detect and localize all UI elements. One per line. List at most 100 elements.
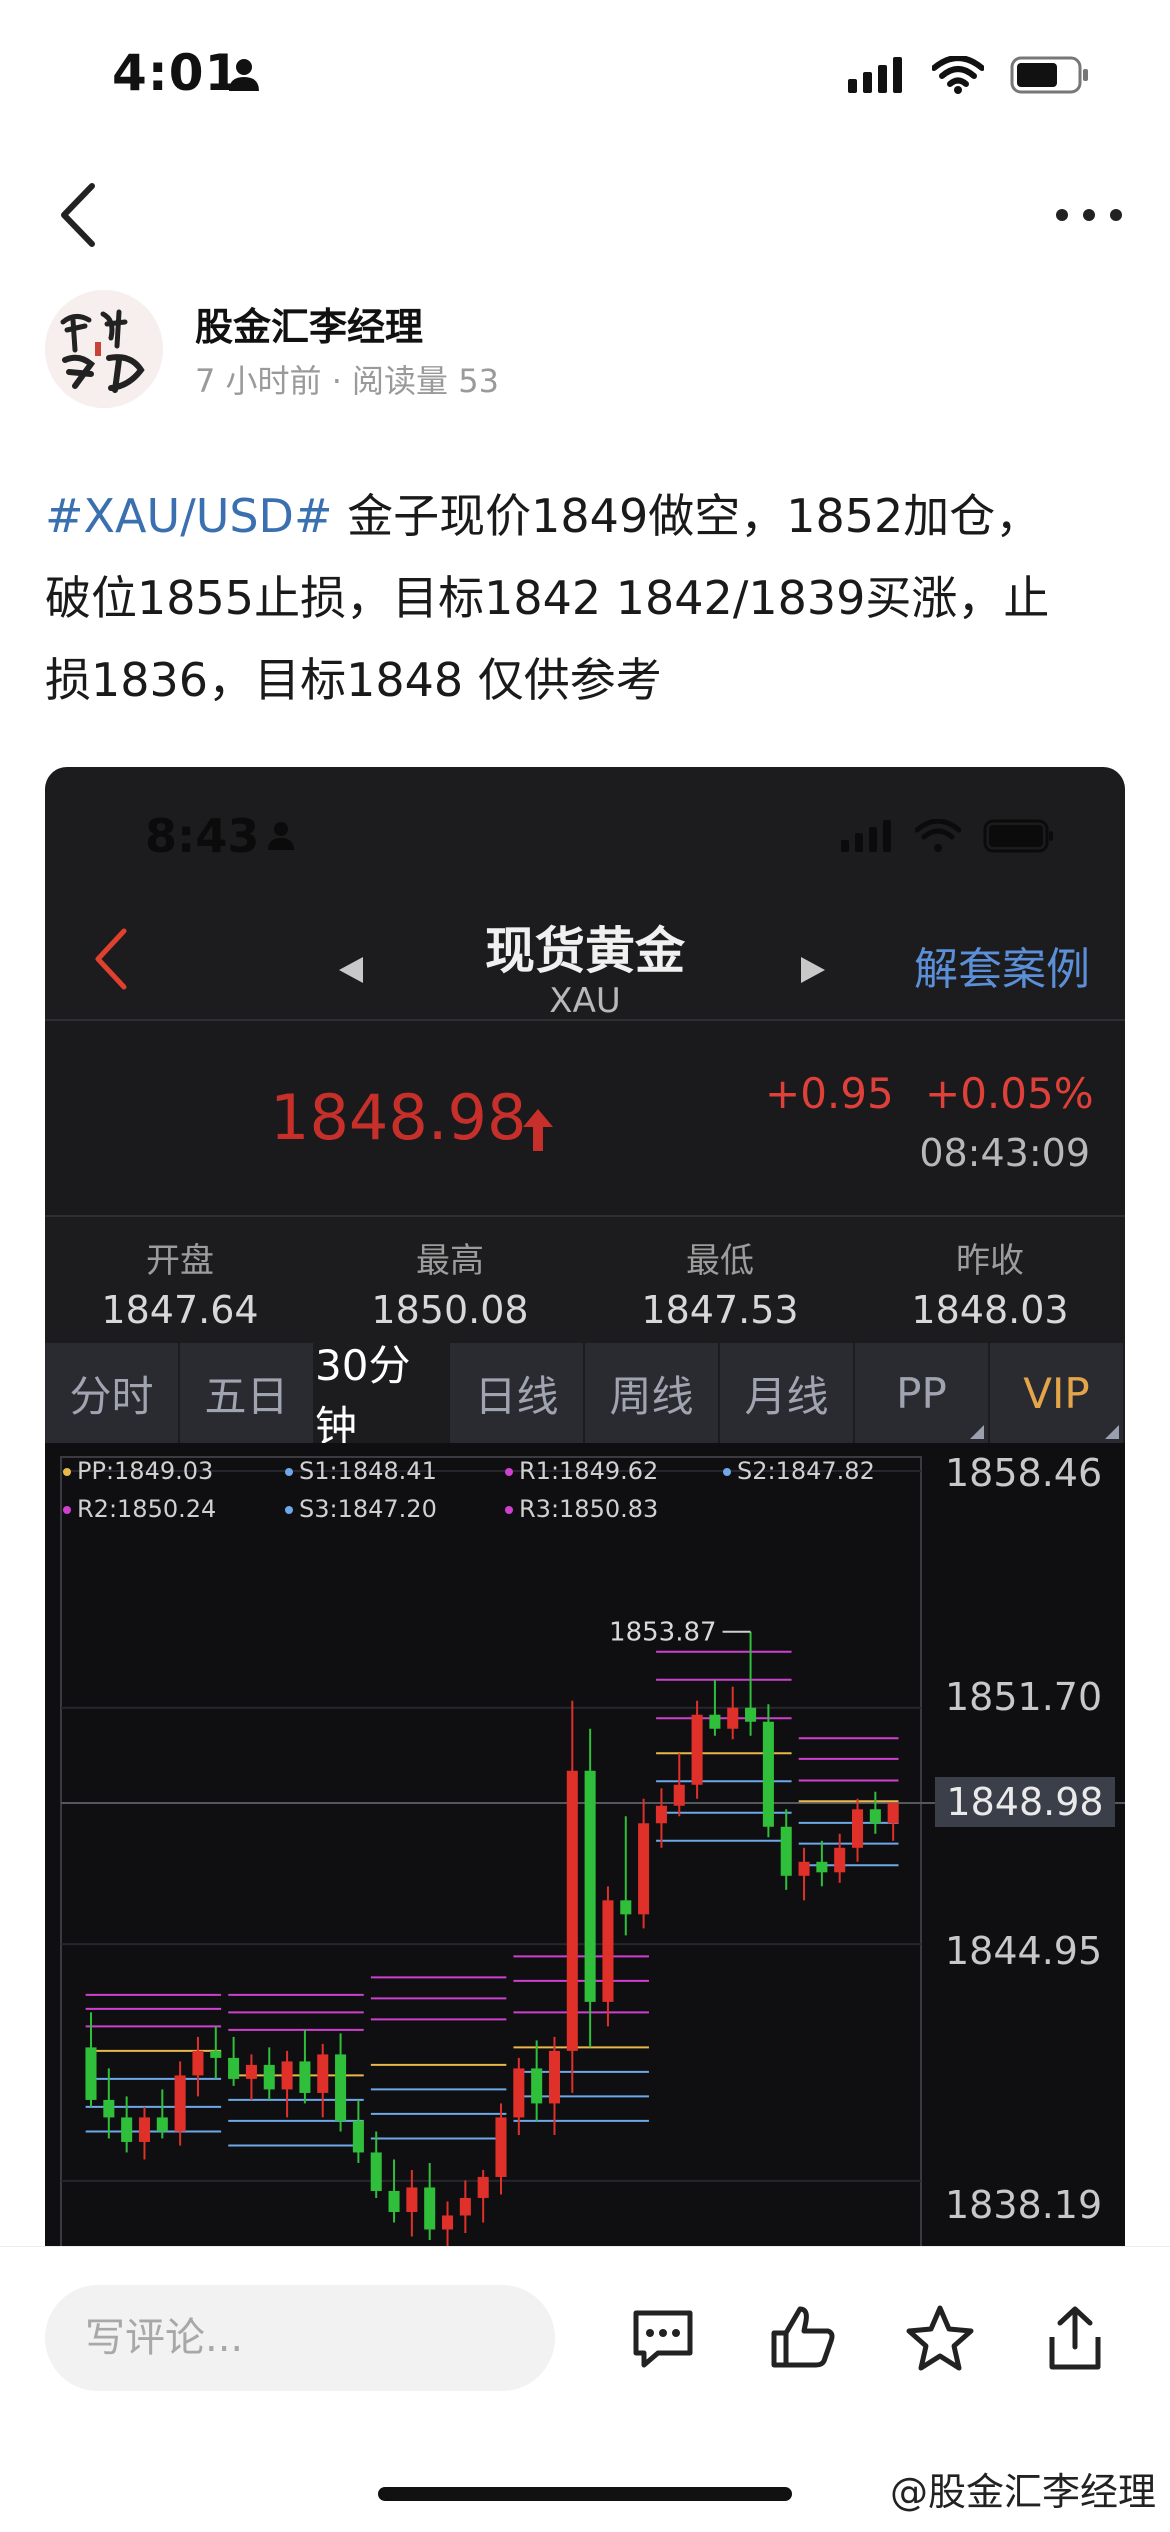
- legend-r1: R1:1849.62: [505, 1457, 658, 1485]
- legend-dot-icon: [723, 1468, 731, 1476]
- stat-label: 开盘: [146, 1241, 214, 1281]
- candle-body: [548, 2050, 561, 2104]
- share-icon: [1049, 2306, 1101, 2370]
- candle-body: [780, 1826, 792, 1876]
- candle-body: [210, 2050, 222, 2058]
- status-bar: 4:01: [0, 0, 1170, 150]
- post-body: #XAU/USD# 金子现价1849做空，1852加仓， 破位1855止损，目标…: [45, 475, 1130, 721]
- dropdown-corner-icon: [970, 1425, 984, 1439]
- embed-wifi-icon: [914, 818, 962, 857]
- next-symbol-button[interactable]: [799, 955, 827, 989]
- embed-status-indicators: [841, 818, 1055, 857]
- candle-body: [834, 1847, 846, 1873]
- candle-body: [459, 2197, 471, 2216]
- stat-value: 1848.03: [911, 1288, 1069, 1332]
- tab-label: VIP: [1023, 1368, 1090, 1418]
- hashtag-link[interactable]: #XAU/USD#: [45, 489, 333, 543]
- favorite-button[interactable]: [905, 2303, 975, 2373]
- post-line-1: #XAU/USD# 金子现价1849做空，1852加仓，: [45, 475, 1130, 557]
- embedded-screenshot[interactable]: 8:43 现货黄金 XAU 解套案例 1848.98 +0.95 +0.05% …: [45, 767, 1125, 2247]
- legend-r2: R2:1850.24: [63, 1495, 216, 1523]
- candlestick-chart[interactable]: 1853.87 PP:1849.03 S1:1848.41 R1:1849.62…: [45, 1443, 1125, 2247]
- current-price-label: 1848.98: [935, 1777, 1115, 1827]
- candle-body: [673, 1784, 685, 1806]
- legend-dot-icon: [63, 1468, 71, 1476]
- share-button[interactable]: [1040, 2303, 1110, 2373]
- triangle-right-icon: [801, 957, 825, 983]
- post-meta: 7 小时前 · 阅读量 53: [195, 362, 499, 400]
- legend-s2: S2:1847.82: [723, 1457, 875, 1485]
- stat-label: 最低: [686, 1241, 754, 1281]
- post-line-1-text: 金子现价1849做空，1852加仓，: [332, 489, 1042, 543]
- price-change-percent: +0.05%: [925, 1069, 1094, 1118]
- candle-body: [192, 2050, 204, 2076]
- stat-high: 最高 1850.08: [315, 1219, 585, 1343]
- candle-body: [566, 1770, 578, 2051]
- legend-s1: S1:1848.41: [285, 1457, 437, 1485]
- stat-open: 开盘 1847.64: [45, 1219, 315, 1343]
- tab-weekly[interactable]: 周线: [585, 1343, 720, 1443]
- candle-body: [156, 2117, 168, 2132]
- case-study-link[interactable]: 解套案例: [914, 933, 1090, 997]
- stat-value: 1847.53: [641, 1288, 799, 1332]
- stat-value: 1847.64: [101, 1288, 259, 1332]
- legend-dot-icon: [505, 1468, 513, 1476]
- like-button[interactable]: [768, 2303, 838, 2373]
- legend-dot-icon: [285, 1506, 293, 1514]
- comment-button[interactable]: [628, 2303, 698, 2373]
- battery-icon: [1010, 56, 1090, 98]
- watermark: @股金汇李经理: [889, 2470, 1156, 2514]
- tab-daily[interactable]: 日线: [450, 1343, 585, 1443]
- quote-time: 08:43:09: [919, 1131, 1090, 1175]
- tab-pp[interactable]: PP: [855, 1343, 990, 1443]
- candle-body: [531, 2068, 543, 2104]
- candle-body: [352, 2120, 364, 2153]
- legend-r3: R3:1850.83: [505, 1495, 658, 1523]
- tab-intraday[interactable]: 分时: [45, 1343, 180, 1443]
- post-line-3: 损1836，目标1848 仅供参考: [45, 653, 662, 707]
- chevron-left-icon: [61, 183, 95, 247]
- candle-body: [85, 2047, 97, 2100]
- candle-body: [477, 2176, 489, 2198]
- candle-body: [513, 2068, 525, 2118]
- legend-dot-icon: [63, 1506, 71, 1514]
- calligraphy-avatar-image: [45, 290, 163, 408]
- candle-body: [406, 2187, 418, 2212]
- avatar[interactable]: [45, 290, 163, 408]
- tab-vip[interactable]: VIP: [990, 1343, 1125, 1443]
- legend-s3: S3:1847.20: [285, 1495, 437, 1523]
- price-change: +0.95: [765, 1069, 894, 1118]
- author-header: 股金汇李经理 7 小时前 · 阅读量 53: [45, 290, 1125, 410]
- chart-canvas: 1853.87: [60, 1456, 1125, 2247]
- more-button[interactable]: [1054, 200, 1124, 230]
- candle-body: [851, 1809, 864, 1848]
- dropdown-corner-icon: [1105, 1425, 1119, 1439]
- wifi-icon: [931, 55, 985, 98]
- y-axis-label: 1851.70: [945, 1675, 1103, 1719]
- legend-text: R1:1849.62: [519, 1457, 659, 1485]
- tab-monthly[interactable]: 月线: [720, 1343, 855, 1443]
- embed-signal-icon: [841, 820, 893, 856]
- candle-body: [441, 2215, 454, 2230]
- candle-body: [424, 2187, 436, 2230]
- comment-input[interactable]: 写评论...: [45, 2285, 555, 2391]
- up-arrow-icon: [521, 1107, 555, 1157]
- stat-label: 昨收: [956, 1241, 1024, 1281]
- legend-text: S1:1848.41: [299, 1457, 437, 1485]
- y-axis-label: 1844.95: [945, 1929, 1103, 1973]
- peak-annotation-label: 1853.87: [609, 1618, 717, 1648]
- tab-five-day[interactable]: 五日: [180, 1343, 315, 1443]
- ohlc-stats: 开盘 1847.64 最高 1850.08 最低 1847.53 昨收 1848…: [45, 1219, 1125, 1343]
- stat-prev-close: 昨收 1848.03: [855, 1219, 1125, 1343]
- legend-dot-icon: [285, 1468, 293, 1476]
- tab-label: PP: [896, 1368, 947, 1418]
- tab-30min[interactable]: 30分钟: [315, 1341, 450, 1451]
- post-line-2: 破位1855止损，目标1842 1842/1839买涨，止: [45, 571, 1050, 625]
- candle-body: [335, 2054, 347, 2121]
- candle-body: [245, 2064, 257, 2079]
- back-button[interactable]: [50, 180, 110, 250]
- candle-body: [584, 1770, 596, 2002]
- candle-body: [103, 2099, 115, 2118]
- author-name[interactable]: 股金汇李经理: [195, 296, 423, 351]
- candle-body: [620, 1900, 632, 1915]
